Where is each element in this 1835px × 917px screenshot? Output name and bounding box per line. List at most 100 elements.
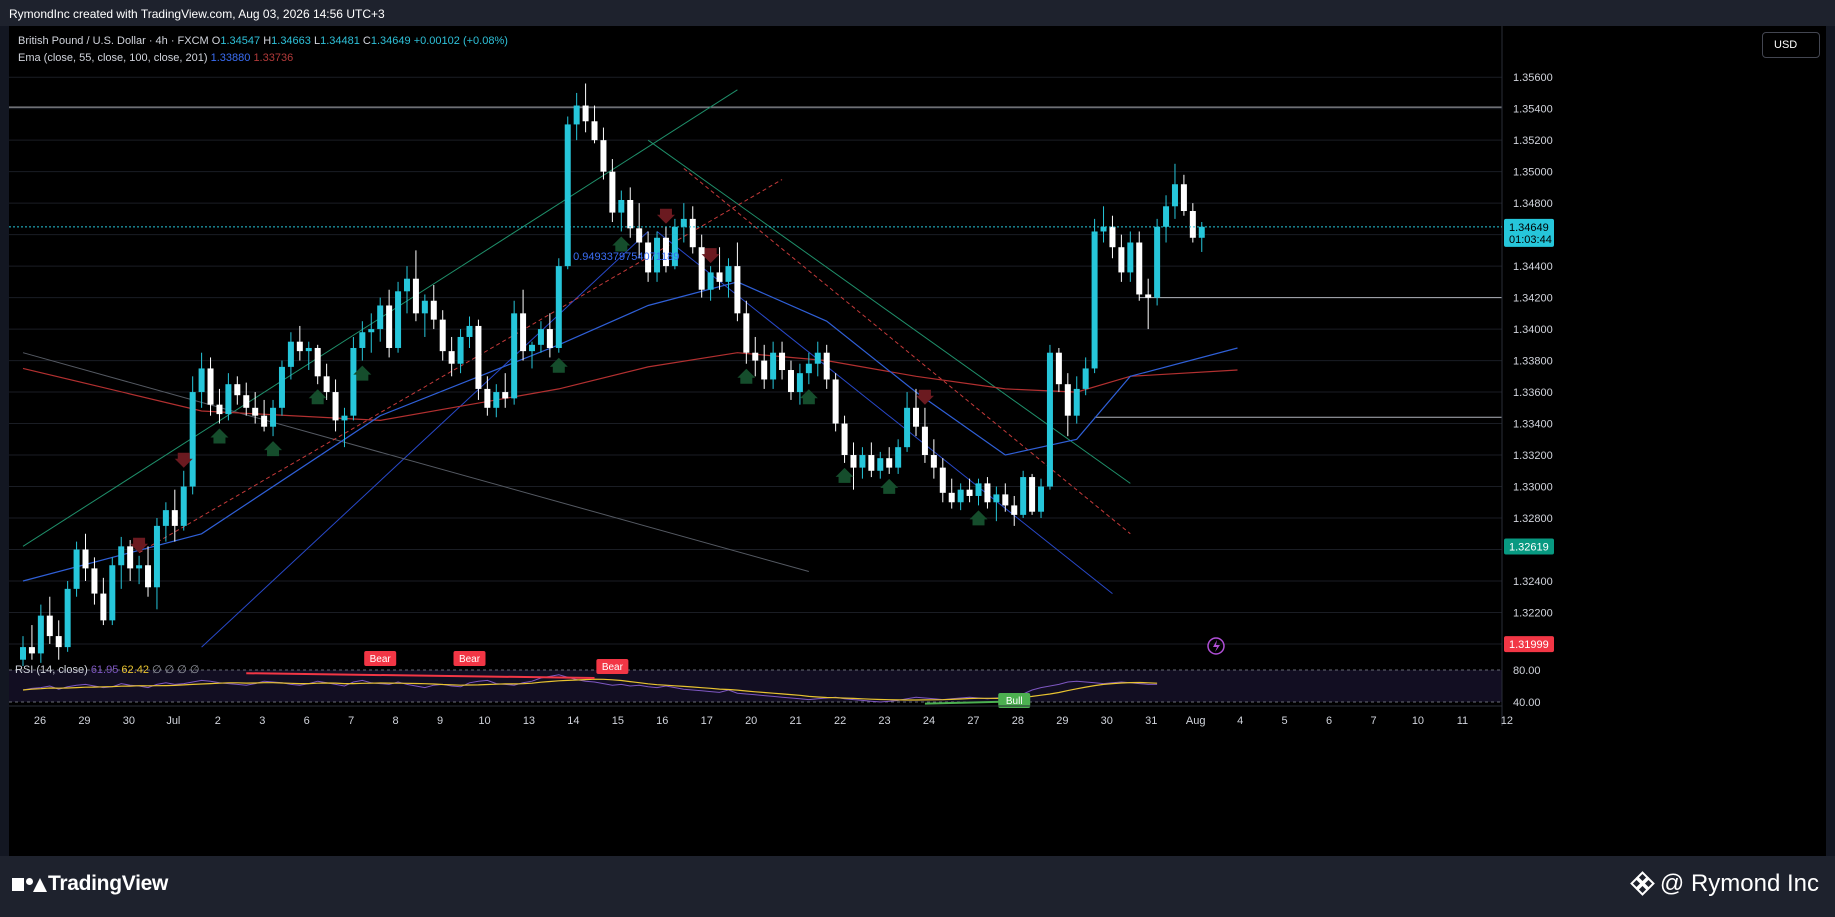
candle-body (725, 266, 732, 282)
candle-body (162, 510, 169, 526)
candle-body (1029, 477, 1036, 512)
candle-body (332, 392, 339, 421)
top-credit-bar: RymondInc created with TradingView.com, … (0, 0, 1835, 26)
candle-body (368, 329, 375, 333)
candle-body (55, 636, 62, 648)
ema-legend[interactable]: Ema (close, 55, close, 100, close, 201) … (18, 52, 293, 64)
candle-body (752, 352, 759, 361)
price-chart[interactable]: 0.9493379754071189 RSI (14, close) 61.95 … (9, 26, 1826, 856)
rsi-value: 61.95 (91, 664, 122, 676)
candle-body (805, 363, 812, 374)
candle-body (993, 494, 1000, 503)
candle-body (305, 347, 312, 352)
price-badge-value: 1.32619 (1509, 542, 1549, 554)
bear-label-text: Bear (370, 654, 392, 665)
candle-body (493, 392, 500, 408)
price-tick-label: 1.33600 (1513, 387, 1553, 399)
candle-body (341, 415, 348, 421)
candle-body (618, 199, 625, 213)
time-tick-label: 6 (1326, 715, 1332, 727)
ema-value-blue: 1.33880 (210, 52, 251, 64)
candle-body (82, 549, 89, 569)
price-tick-label: 1.34400 (1513, 261, 1553, 273)
candle-body (287, 341, 294, 367)
candle-body (73, 549, 80, 589)
time-tick-label: 22 (834, 715, 846, 727)
candle-body (430, 300, 437, 320)
candle-body (261, 415, 268, 427)
time-tick-label: 28 (1012, 715, 1024, 727)
candle-body (689, 218, 696, 248)
candle-body (1055, 352, 1062, 385)
candle-body (448, 351, 455, 364)
low-value: 1.34481 (320, 35, 360, 47)
change-value: +0.00102 (+0.08%) (413, 35, 508, 47)
bear-label: Bear (364, 651, 397, 666)
time-tick-label: 17 (701, 715, 713, 727)
candle-body (457, 336, 464, 364)
time-tick-label: Jul (166, 715, 180, 727)
time-tick-label: 23 (878, 715, 890, 727)
symbol-legend: British Pound / U.S. Dollar · 4h · FXCM … (18, 35, 508, 47)
price-tick-label: 1.35600 (1513, 72, 1553, 84)
candle-body (948, 492, 955, 503)
candle-body (680, 218, 687, 227)
candle-body (975, 483, 982, 496)
candle-body (278, 366, 285, 408)
candle-body (814, 352, 821, 364)
candle-body (243, 395, 250, 408)
buy-arrow-icon (835, 467, 854, 483)
diamond-logo-icon (1630, 871, 1655, 896)
time-tick-label: 4 (1237, 715, 1243, 727)
trend-line-blue-down (656, 231, 1113, 594)
footer-bar: TradingView @ Rymond Inc (0, 856, 1835, 917)
ema-line-red (22, 352, 1238, 422)
time-tick-label: 3 (259, 715, 265, 727)
bear-label-text: Bear (602, 662, 624, 673)
candle-body (216, 404, 223, 415)
bull-label-text: Bull (1006, 696, 1023, 707)
candle-body (100, 593, 107, 621)
candle-body (350, 347, 357, 416)
candle-body (823, 352, 830, 380)
rsi-null-values: ∅ ∅ ∅ ∅ (152, 664, 200, 676)
candle-body (127, 546, 134, 569)
candle-body (555, 266, 562, 348)
candle-body (895, 447, 902, 468)
rsi-tick-label: 40.00 (1513, 697, 1541, 709)
candle-body (1145, 294, 1152, 298)
candle-body (145, 565, 152, 588)
candle-body (743, 313, 750, 353)
candle-body (1046, 352, 1053, 487)
time-tick-label: 14 (567, 715, 579, 727)
candle-body (520, 313, 527, 352)
currency-button[interactable]: USD (1762, 32, 1820, 58)
rsi-band (9, 670, 1502, 702)
candle-body (20, 647, 26, 660)
candle-body (118, 546, 125, 566)
time-tick-label: 10 (1412, 715, 1424, 727)
rsi-tick-label: 80.00 (1513, 665, 1541, 677)
time-tick-label: 21 (790, 715, 802, 727)
tradingview-logo[interactable]: TradingView (12, 872, 168, 896)
chart-area[interactable]: 0.9493379754071189 RSI (14, close) 61.95 … (9, 26, 1826, 856)
candle-body (395, 291, 402, 348)
candle-body (136, 565, 143, 569)
time-tick-label: 30 (123, 715, 135, 727)
candle-body (761, 360, 768, 380)
candle-body (234, 384, 241, 396)
time-tick-label: 20 (745, 715, 757, 727)
candle-body (796, 373, 803, 393)
buy-arrow-icon (210, 428, 229, 444)
candle-body (1127, 242, 1134, 273)
close-label: C (362, 35, 371, 47)
candle-body (439, 319, 446, 352)
candle-body (1198, 226, 1205, 238)
candle-body (511, 313, 518, 399)
candle-body (859, 455, 866, 468)
candle-body (1020, 477, 1027, 515)
candle-body (1038, 486, 1045, 512)
trend-line-blue-up (201, 231, 649, 648)
candle-body (1118, 247, 1125, 273)
candle-body (868, 455, 875, 471)
